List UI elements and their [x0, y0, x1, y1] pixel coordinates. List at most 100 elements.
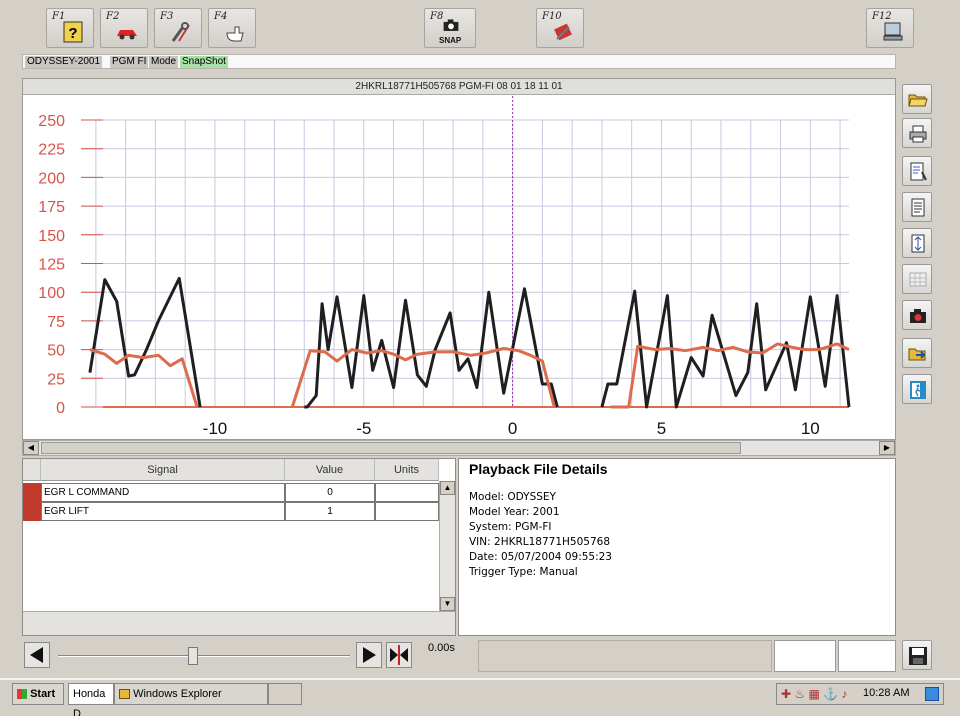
- f1-help-button[interactable]: F1 ?: [46, 8, 94, 48]
- table-row[interactable]: EGR L COMMAND 0: [23, 483, 439, 502]
- info-icon[interactable]: [925, 687, 939, 701]
- snapshot-button[interactable]: [902, 300, 932, 330]
- scroll-down-button[interactable]: ▼: [440, 597, 455, 611]
- signal-table: Signal Value Units EGR L COMMAND 0 EGR L…: [22, 458, 456, 636]
- table-vertical-scrollbar[interactable]: ▲ ▼: [439, 481, 455, 611]
- tool-hand-icon: [226, 26, 244, 42]
- y-tick-label: 125: [38, 257, 65, 274]
- step-back-button[interactable]: [24, 642, 50, 668]
- series-line-black: [304, 287, 559, 409]
- scroll-left-button[interactable]: ◀: [23, 441, 39, 455]
- document-settings-icon: [910, 162, 927, 181]
- folder-open-icon: [908, 94, 928, 107]
- folder-arrow-icon: [908, 348, 926, 361]
- taskbar-item-explorer[interactable]: Windows Explorer: [114, 683, 268, 705]
- y-tick-label: 75: [47, 314, 65, 331]
- cursor-center-button[interactable]: [386, 642, 412, 668]
- triangle-right-icon: [363, 647, 376, 663]
- y-tick-label: 200: [38, 170, 65, 187]
- mode-value: SnapShot: [180, 56, 228, 68]
- f12-computer-button[interactable]: F12: [866, 8, 914, 48]
- scroll-up-button[interactable]: ▲: [440, 481, 455, 495]
- signal-color-swatch: [23, 502, 41, 521]
- print-button[interactable]: [902, 118, 932, 148]
- grid-disabled-icon: [909, 272, 927, 287]
- step-forward-button[interactable]: [356, 642, 382, 668]
- exit-button[interactable]: [902, 374, 932, 404]
- document-icon: [911, 198, 925, 217]
- signal-color-swatch: [23, 483, 41, 502]
- clock: 10:28 AM: [863, 687, 910, 699]
- detail-vin: VIN: 2HKRL18771H505768: [469, 536, 610, 548]
- playback-bar: 0.00s: [22, 638, 896, 674]
- playback-slider[interactable]: [58, 646, 350, 668]
- detail-model: Model: ODYSSEY: [469, 491, 556, 503]
- f2-car-button[interactable]: F2: [100, 8, 148, 48]
- playback-box-2: [838, 640, 896, 672]
- f10-button[interactable]: F10: [536, 8, 584, 48]
- system-tray: ✚ ♨ ▦ ⚓ ♪ 10:28 AM: [776, 683, 944, 705]
- x-tick-label: -5: [356, 419, 371, 438]
- vertical-scale-icon: [911, 234, 925, 253]
- series-line-black: [88, 276, 202, 408]
- save-button[interactable]: [902, 640, 932, 670]
- y-tick-label: 100: [38, 285, 65, 302]
- signal-value: 0: [285, 483, 375, 502]
- chart-horizontal-scrollbar[interactable]: ◀ ▶: [22, 440, 896, 456]
- camera-icon: [443, 19, 459, 31]
- mode-label: Mode: [149, 56, 179, 68]
- scale-button[interactable]: [902, 228, 932, 258]
- f3-tools-button[interactable]: F3: [154, 8, 202, 48]
- f8-snap-button[interactable]: F8 SNAP: [424, 8, 476, 48]
- signal-value: 1: [285, 502, 375, 521]
- slider-thumb[interactable]: [187, 647, 198, 665]
- scroll-thumb[interactable]: [41, 442, 741, 454]
- taskbar-item-honda[interactable]: Honda D: [68, 683, 114, 716]
- start-button[interactable]: Start: [12, 683, 64, 705]
- task-label: Windows Explorer: [133, 688, 222, 700]
- printer-icon: [909, 125, 927, 143]
- signal-units: [375, 502, 439, 521]
- open-folder-button[interactable]: [902, 84, 932, 114]
- y-tick-label: 150: [38, 228, 65, 245]
- playback-box-1: [774, 640, 836, 672]
- triangle-left-icon: [30, 647, 43, 663]
- report-button[interactable]: [902, 192, 932, 222]
- detail-date: Date: 05/07/2004 09:55:23: [469, 551, 612, 563]
- scroll-right-button[interactable]: ▶: [879, 441, 895, 455]
- table-header-units: Units: [375, 459, 439, 481]
- task-label: Honda D: [73, 688, 106, 716]
- taskbar-blank: [268, 683, 302, 705]
- table-header-blank: [23, 459, 41, 481]
- cursor-marker-icon: [390, 645, 408, 665]
- chart-header: 2HKRL18771H505768 PGM-FI 08 01 18 11 01: [23, 79, 895, 95]
- playback-field: [478, 640, 772, 672]
- system-tag: PGM FI: [110, 56, 149, 68]
- status-bar: ODYSSEY-2001 PGM FI Mode SnapShot: [22, 54, 896, 69]
- x-tick-label: 10: [801, 419, 820, 438]
- x-tick-label: 5: [657, 419, 666, 438]
- properties-button[interactable]: [902, 156, 932, 186]
- grid-button[interactable]: [902, 264, 932, 294]
- f4-tool-button[interactable]: F4: [208, 8, 256, 48]
- table-footer: [23, 611, 455, 635]
- playback-details-panel: Playback File Details Model: ODYSSEY Mod…: [458, 458, 896, 636]
- table-header-value: Value: [285, 459, 375, 481]
- floppy-disk-icon: [909, 647, 927, 665]
- table-row[interactable]: EGR LIFT 1: [23, 502, 439, 521]
- export-button[interactable]: [902, 338, 932, 368]
- signal-name: EGR LIFT: [41, 502, 285, 521]
- detail-year: Model Year: 2001: [469, 506, 560, 518]
- y-tick-label: 25: [47, 371, 65, 388]
- line-chart: 0 25 50 75 100 125 150 175 200 225 250 -10 -5 0 5 10: [38, 96, 851, 438]
- start-label: Start: [30, 688, 56, 700]
- computer-icon: [883, 22, 903, 41]
- slider-track: [58, 655, 350, 657]
- explorer-icon: [119, 689, 130, 700]
- car-icon: [117, 30, 137, 40]
- y-tick-label: 175: [38, 199, 65, 216]
- y-tick-label: 225: [38, 142, 65, 159]
- model-tag: ODYSSEY-2001: [25, 56, 103, 68]
- detail-system: System: PGM-FI: [469, 521, 552, 533]
- chart-panel: 2HKRL18771H505768 PGM-FI 08 01 18 11 01 …: [22, 78, 896, 440]
